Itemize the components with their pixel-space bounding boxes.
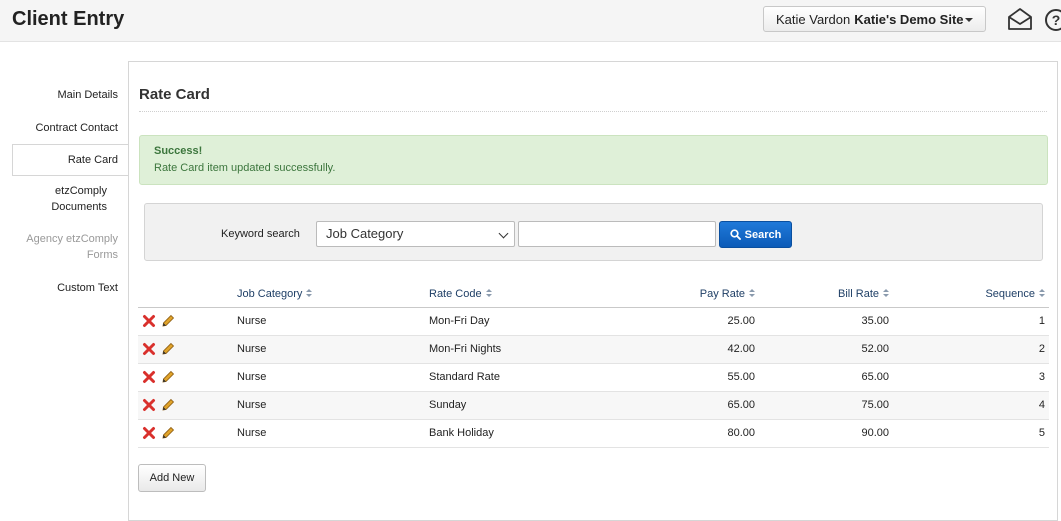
- close-icon[interactable]: [142, 398, 156, 412]
- cell-sequence: 1: [893, 307, 1049, 336]
- search-bar: Keyword search Job Category Search: [144, 203, 1043, 261]
- row-actions: [138, 307, 233, 336]
- table-row: Nurse Bank Holiday 80.00 90.00 5: [138, 419, 1049, 448]
- sidebar-item-contract-contact[interactable]: Contract Contact: [12, 120, 129, 136]
- cell-bill-rate: 90.00: [759, 419, 893, 448]
- search-icon: [729, 229, 741, 240]
- pencil-icon[interactable]: [161, 370, 175, 384]
- row-actions: [138, 335, 233, 364]
- pencil-icon[interactable]: [161, 342, 175, 356]
- table-row: Nurse Sunday 65.00 75.00 4: [138, 391, 1049, 420]
- sidebar-item-agency-etzcomply-forms: Agency etzComply Forms: [26, 233, 118, 261]
- sort-icon: [1039, 289, 1045, 298]
- sort-icon: [306, 289, 313, 298]
- search-input[interactable]: [518, 221, 716, 247]
- cell-job-category: Nurse: [233, 419, 425, 448]
- search-field-value: Job Category: [326, 226, 404, 241]
- sort-icon: [749, 289, 755, 298]
- site-switcher-button[interactable]: Katie Vardon Katie's Demo Site: [763, 6, 986, 32]
- table-row: Nurse Mon-Fri Day 25.00 35.00 1: [138, 307, 1049, 336]
- cell-job-category: Nurse: [233, 391, 425, 420]
- row-actions: [138, 419, 233, 448]
- row-actions: [138, 391, 233, 420]
- cell-sequence: 3: [893, 363, 1049, 392]
- sort-icon: [485, 289, 492, 298]
- sort-icon: [883, 289, 889, 298]
- column-header-bill-rate[interactable]: Bill Rate: [759, 281, 893, 308]
- site-name: Katie's Demo Site: [854, 11, 964, 27]
- cell-pay-rate: 42.00: [625, 335, 759, 364]
- sidebar-item-main-details[interactable]: Main Details: [12, 87, 129, 103]
- column-header-pay-rate[interactable]: Pay Rate: [625, 281, 759, 308]
- rate-card-panel: Rate Card Success! Rate Card item update…: [128, 61, 1058, 521]
- table-row: Nurse Standard Rate 55.00 65.00 3: [138, 363, 1049, 392]
- rate-card-table: Job Category Rate Code Pay Rate Bill Rat…: [138, 281, 1049, 448]
- search-button-label: Search: [744, 228, 782, 241]
- row-actions: [138, 363, 233, 392]
- success-alert: Success! Rate Card item updated successf…: [139, 135, 1048, 185]
- side-nav: Main Details Contract Contact Rate Card …: [12, 80, 129, 296]
- cell-pay-rate: 25.00: [625, 307, 759, 336]
- search-label: Keyword search: [221, 228, 300, 240]
- cell-rate-code: Standard Rate: [425, 363, 625, 392]
- add-new-button[interactable]: Add New: [138, 464, 206, 492]
- sidebar-item-custom-text[interactable]: Custom Text: [12, 280, 129, 296]
- search-button[interactable]: Search: [719, 221, 792, 248]
- pencil-icon[interactable]: [161, 314, 175, 328]
- alert-message: Rate Card item updated successfully.: [154, 162, 336, 174]
- cell-sequence: 5: [893, 419, 1049, 448]
- alert-heading: Success!: [154, 145, 203, 157]
- cell-job-category: Nurse: [233, 335, 425, 364]
- cell-rate-code: Mon-Fri Day: [425, 307, 625, 336]
- column-header-sequence[interactable]: Sequence: [893, 281, 1049, 308]
- table-row: Nurse Mon-Fri Nights 42.00 52.00 2: [138, 335, 1049, 364]
- column-header-rate-code[interactable]: Rate Code: [425, 281, 625, 308]
- table-header-row: Job Category Rate Code Pay Rate Bill Rat…: [138, 281, 1049, 308]
- cell-bill-rate: 65.00: [759, 363, 893, 392]
- caret-down-icon: [965, 18, 973, 22]
- cell-pay-rate: 80.00: [625, 419, 759, 448]
- cell-rate-code: Bank Holiday: [425, 419, 625, 448]
- close-icon[interactable]: [142, 342, 156, 356]
- top-bar: Client Entry Katie Vardon Katie's Demo S…: [0, 0, 1061, 42]
- chevron-down-icon: [498, 228, 509, 239]
- user-name: Katie Vardon: [776, 11, 851, 27]
- close-icon[interactable]: [142, 426, 156, 440]
- close-icon[interactable]: [142, 370, 156, 384]
- actions-header: [138, 281, 233, 308]
- help-icon[interactable]: ?: [1045, 9, 1061, 31]
- cell-bill-rate: 75.00: [759, 391, 893, 420]
- envelope-icon[interactable]: [1007, 7, 1033, 31]
- cell-sequence: 4: [893, 391, 1049, 420]
- cell-bill-rate: 35.00: [759, 307, 893, 336]
- cell-pay-rate: 55.00: [625, 363, 759, 392]
- cell-bill-rate: 52.00: [759, 335, 893, 364]
- column-header-job-category[interactable]: Job Category: [233, 281, 425, 308]
- panel-title: Rate Card: [139, 86, 210, 103]
- title-divider: [139, 111, 1047, 112]
- page-title: Client Entry: [12, 8, 125, 30]
- sidebar-item-rate-card[interactable]: Rate Card: [12, 144, 129, 176]
- cell-pay-rate: 65.00: [625, 391, 759, 420]
- cell-job-category: Nurse: [233, 363, 425, 392]
- cell-job-category: Nurse: [233, 307, 425, 336]
- cell-sequence: 2: [893, 335, 1049, 364]
- close-icon[interactable]: [142, 314, 156, 328]
- sidebar-item-etzcomply-documents[interactable]: etzComply Documents: [12, 183, 118, 215]
- search-field-select[interactable]: Job Category: [316, 221, 515, 247]
- cell-rate-code: Sunday: [425, 391, 625, 420]
- pencil-icon[interactable]: [161, 426, 175, 440]
- cell-rate-code: Mon-Fri Nights: [425, 335, 625, 364]
- pencil-icon[interactable]: [161, 398, 175, 412]
